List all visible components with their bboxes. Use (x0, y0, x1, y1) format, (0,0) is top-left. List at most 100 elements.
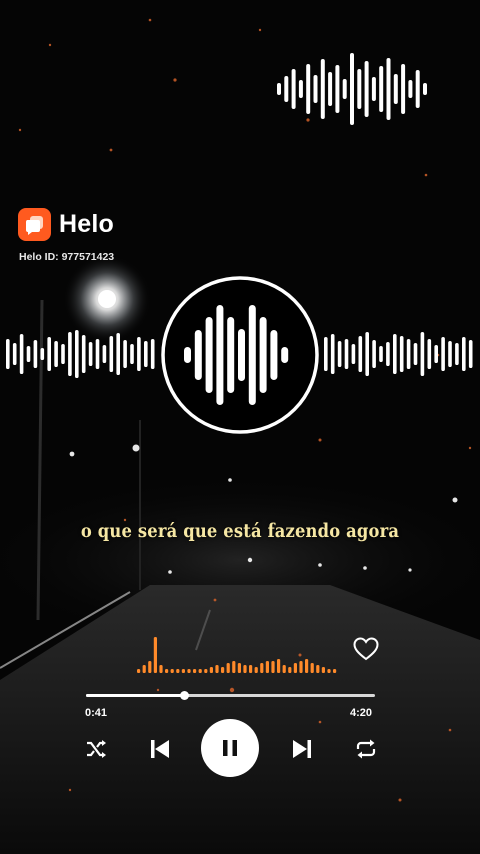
wave-bar (54, 341, 58, 367)
repeat-button[interactable] (353, 736, 379, 762)
equalizer-bar (293, 663, 297, 673)
wave-bar (26, 346, 31, 362)
wave-bar (379, 346, 383, 362)
equalizer-bar (142, 665, 146, 673)
equalizer-bar (254, 667, 258, 673)
wave-bar (284, 76, 289, 102)
wave-bar (298, 80, 303, 98)
wave-bar (259, 317, 267, 393)
wave-bar (40, 348, 45, 360)
equalizer-bar (243, 665, 247, 673)
wave-bar (306, 64, 311, 114)
pause-button[interactable] (201, 719, 259, 777)
equalizer-bar (237, 663, 241, 673)
equalizer-bar (204, 669, 208, 673)
equalizer-bar (305, 659, 309, 673)
wave-bar (320, 59, 325, 119)
wave-bar (137, 337, 141, 371)
wave-bar (144, 341, 148, 367)
wave-bar (379, 66, 384, 112)
wave-bar (281, 347, 289, 363)
equalizer-bar (226, 663, 230, 673)
wave-bar (95, 339, 100, 369)
wave-bar (351, 344, 356, 364)
wave-bar (337, 341, 342, 367)
equalizer-bar (288, 667, 292, 673)
shuffle-icon (87, 740, 106, 758)
wave-bar (123, 340, 127, 368)
pause-icon (223, 740, 237, 756)
equalizer-bar (193, 669, 197, 673)
equalizer-bar (310, 663, 314, 673)
wave-bar (277, 83, 281, 95)
wave-bar (324, 337, 328, 371)
wave-bar (88, 342, 93, 366)
wave-bar (12, 343, 17, 365)
wave-bar (109, 336, 114, 372)
wave-bar (330, 334, 335, 374)
wave-bar (238, 329, 245, 381)
equalizer-bar (170, 669, 174, 673)
wave-bar (406, 339, 411, 369)
wave-bar (350, 53, 354, 125)
previous-button[interactable] (147, 736, 173, 762)
next-button[interactable] (289, 736, 315, 762)
lyric-line: o que será que está fazendo agora (80, 520, 400, 542)
wave-bar (386, 342, 390, 366)
wave-bar (434, 345, 438, 363)
wave-bar (216, 305, 224, 405)
wave-bar (342, 79, 347, 99)
wave-bar (441, 337, 445, 371)
skip-previous-icon (151, 740, 169, 758)
equalizer-bar (282, 665, 286, 673)
wave-bar (393, 334, 397, 374)
wave-bar (372, 340, 376, 368)
wave-bar (413, 343, 418, 365)
equalizer-bar (176, 669, 180, 673)
equalizer-bar (137, 669, 141, 673)
wave-bar (75, 330, 79, 378)
wave-bar (357, 69, 362, 109)
wave-bar (386, 58, 391, 120)
equalizer-bar (159, 665, 163, 673)
shuffle-button[interactable] (83, 736, 109, 762)
equalizer-bar (271, 661, 275, 673)
progress-bar[interactable] (86, 691, 375, 700)
equalizer-bar (209, 667, 213, 673)
wave-bar (420, 332, 425, 376)
soundwave-badge (161, 276, 319, 434)
wave-bar (270, 330, 278, 380)
brand-name: Helo (59, 210, 114, 238)
equalizer-bar (316, 665, 320, 673)
wave-bar (81, 335, 86, 373)
wave-bar (427, 339, 432, 369)
wave-bar (344, 339, 349, 369)
wave-bar (102, 345, 107, 363)
equalizer-bar (260, 663, 264, 673)
wave-bar (61, 344, 65, 364)
equalizer-bar (153, 637, 157, 673)
wave-bar (401, 64, 406, 114)
equalizer-bar (165, 669, 169, 673)
equalizer-bar (249, 665, 253, 673)
equalizer-bar (221, 667, 225, 673)
equalizer-bar (299, 661, 303, 673)
wave-bar (291, 69, 296, 109)
equalizer-bar (187, 669, 191, 673)
wave-bar (150, 339, 155, 369)
wave-bar (205, 317, 213, 393)
wave-bar (393, 74, 398, 104)
wave-bar (47, 337, 51, 371)
heart-outline-icon[interactable] (352, 636, 380, 662)
helo-logo-icon (18, 208, 51, 241)
wave-bar (116, 333, 120, 375)
equalizer-bar (277, 659, 281, 673)
wave-bar (6, 339, 10, 369)
wave-bar (33, 340, 38, 368)
brand: Helo (18, 208, 114, 241)
wave-bar (335, 65, 340, 113)
equalizer-bar (198, 669, 202, 673)
wave-bar (364, 61, 369, 117)
wave-bar (184, 347, 191, 363)
equalizer-bar (327, 669, 331, 673)
